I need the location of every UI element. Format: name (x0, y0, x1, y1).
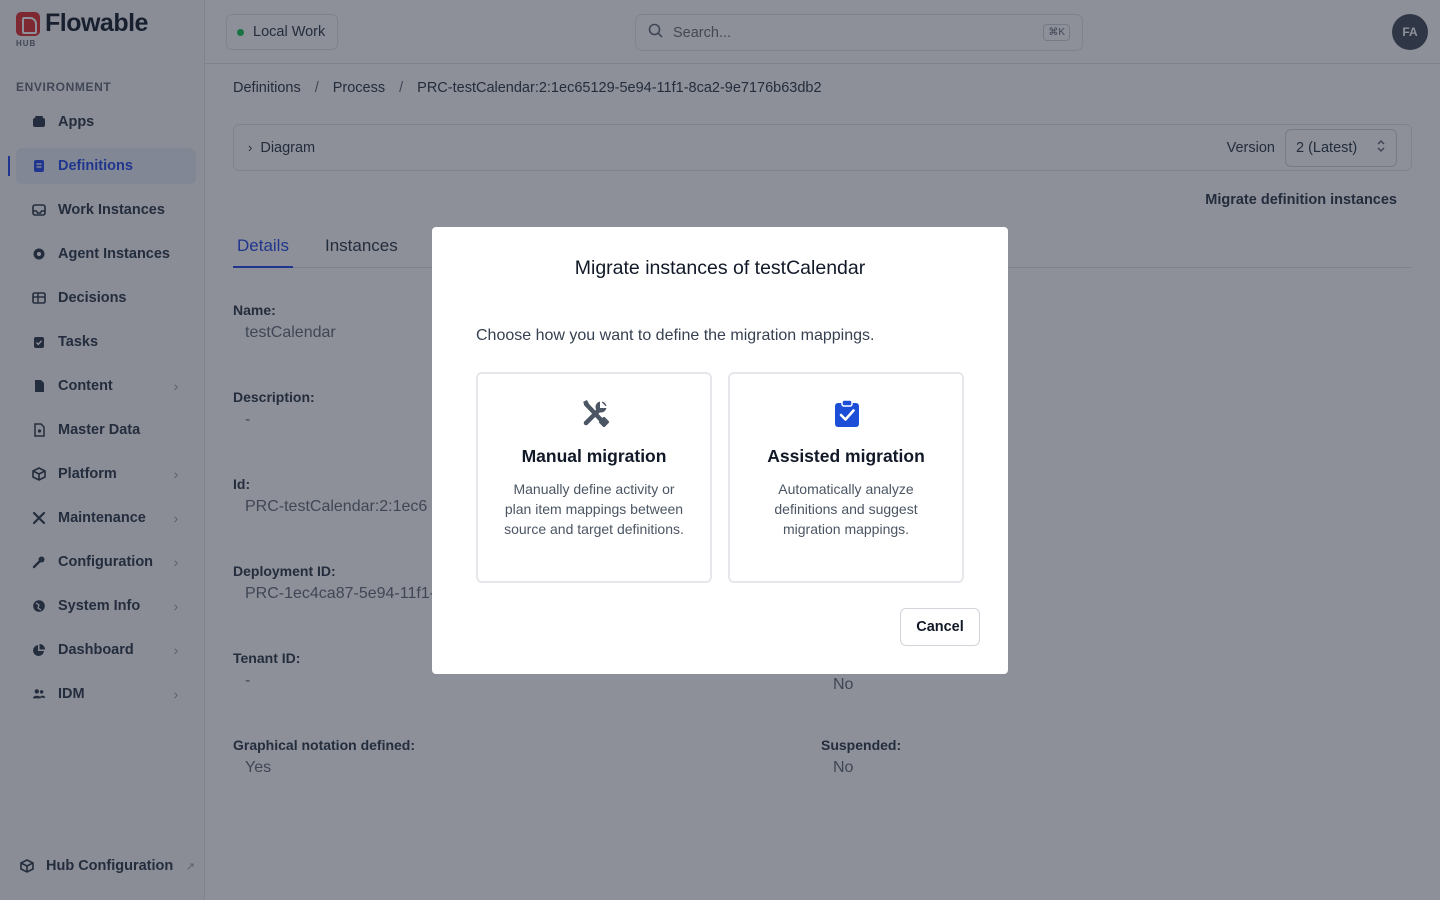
manual-migration-description: Manually define activity or plan item ma… (504, 481, 684, 537)
cancel-button[interactable]: Cancel (900, 608, 980, 646)
manual-migration-title: Manual migration (521, 446, 667, 466)
dialog-title: Migrate instances of testCalendar (574, 257, 866, 279)
assisted-migration-option[interactable]: Assisted migration Automatically analyze… (728, 372, 964, 583)
dialog-prompt: Choose how you want to define the migrat… (476, 327, 875, 344)
clipboard-check-icon (835, 399, 859, 427)
migrate-dialog: Migrate instances of testCalendar Choose… (432, 227, 1008, 674)
modal-backdrop[interactable]: Migrate instances of testCalendar Choose… (0, 0, 1440, 900)
manual-migration-option[interactable]: Manual migration Manually define activit… (476, 372, 712, 583)
assisted-migration-title: Assisted migration (767, 446, 925, 466)
assisted-migration-description: Automatically analyze definitions and su… (774, 481, 918, 537)
tools-icon (583, 400, 609, 428)
